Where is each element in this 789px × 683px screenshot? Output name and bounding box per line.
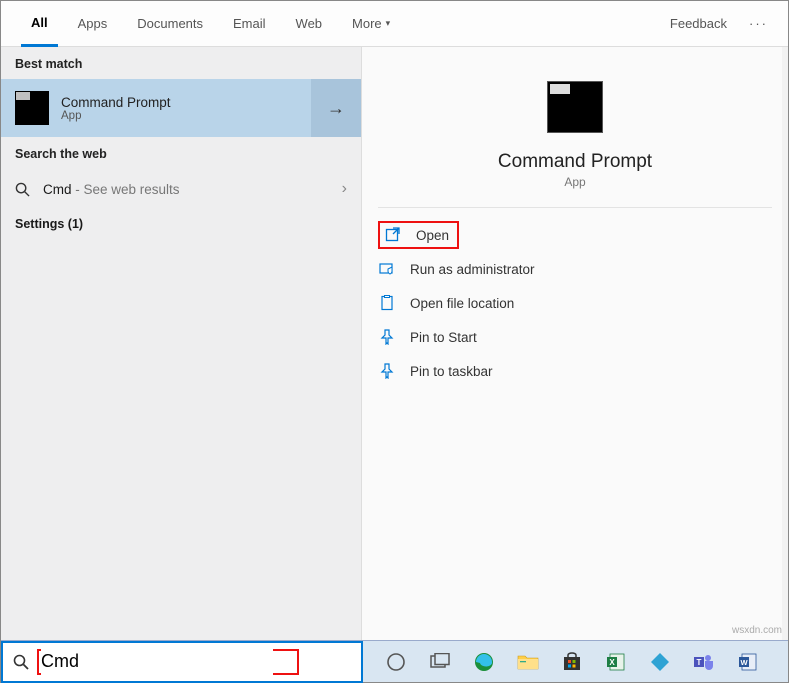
best-match-subtitle: App xyxy=(61,110,171,122)
start-search-window: All Apps Documents Email Web More ▾ Feedb… xyxy=(0,0,789,683)
taskbar-search-box[interactable] xyxy=(1,641,363,683)
pin-start-icon xyxy=(378,329,396,345)
tab-more[interactable]: More ▾ xyxy=(342,1,400,47)
search-highlight xyxy=(37,649,299,675)
tab-web[interactable]: Web xyxy=(286,1,333,47)
svg-text:W: W xyxy=(740,658,748,667)
action-pin-taskbar-label: Pin to taskbar xyxy=(410,364,493,379)
search-input[interactable] xyxy=(41,649,273,675)
file-explorer-icon[interactable] xyxy=(515,649,541,675)
web-term: Cmd xyxy=(43,182,72,197)
excel-icon[interactable]: X xyxy=(603,649,629,675)
search-web-header: Search the web xyxy=(1,137,361,169)
web-result-row[interactable]: Cmd - See web results › xyxy=(1,169,361,209)
taskbar: X T W xyxy=(1,640,788,682)
action-open[interactable]: Open xyxy=(378,218,788,252)
pin-taskbar-icon xyxy=(378,363,396,379)
watermark: wsxdn.com xyxy=(732,625,782,636)
admin-shield-icon xyxy=(378,261,396,277)
preview-subtitle: App xyxy=(564,175,585,189)
file-location-icon xyxy=(378,295,396,311)
feedback-link[interactable]: Feedback xyxy=(660,1,737,47)
tabs-bar: All Apps Documents Email Web More ▾ Feedb… xyxy=(1,1,788,47)
action-pin-start[interactable]: Pin to Start xyxy=(378,320,788,354)
edge-icon[interactable] xyxy=(471,649,497,675)
settings-category[interactable]: Settings (1) xyxy=(1,209,361,239)
preview-title: Command Prompt xyxy=(498,151,652,173)
word-icon[interactable]: W xyxy=(735,649,761,675)
action-pin-taskbar[interactable]: Pin to taskbar xyxy=(378,354,788,388)
command-prompt-large-icon xyxy=(547,81,603,133)
tab-documents[interactable]: Documents xyxy=(127,1,213,47)
task-view-icon[interactable] xyxy=(427,649,453,675)
preview-panel: Command Prompt App Open xyxy=(362,47,788,640)
tab-more-label: More xyxy=(352,16,382,31)
tab-all[interactable]: All xyxy=(21,1,58,47)
web-suffix: - See web results xyxy=(72,182,180,197)
microsoft-store-icon[interactable] xyxy=(559,649,585,675)
best-match-content: Command Prompt App xyxy=(15,79,311,137)
best-match-header: Best match xyxy=(1,47,361,79)
best-match-result[interactable]: Command Prompt App → xyxy=(1,79,361,137)
web-result-text: Cmd - See web results xyxy=(43,182,180,197)
action-pin-start-label: Pin to Start xyxy=(410,330,477,345)
svg-text:X: X xyxy=(609,658,615,667)
search-icon xyxy=(15,182,31,197)
action-file-location[interactable]: Open file location xyxy=(378,286,788,320)
svg-text:T: T xyxy=(697,658,702,667)
tab-email[interactable]: Email xyxy=(223,1,276,47)
open-icon xyxy=(384,227,402,243)
chevron-right-icon: › xyxy=(342,180,347,198)
search-icon xyxy=(13,654,29,670)
action-run-admin-label: Run as administrator xyxy=(410,262,535,277)
scrollbar[interactable] xyxy=(782,47,788,640)
results-panel: Best match Command Prompt App → Search t… xyxy=(1,47,362,640)
main-area: Best match Command Prompt App → Search t… xyxy=(1,47,788,640)
actions-list: Open Run as administrator Open file loca… xyxy=(362,218,788,388)
divider xyxy=(378,207,772,208)
more-options-button[interactable]: ··· xyxy=(741,16,776,31)
taskbar-icons: X T W xyxy=(363,649,761,675)
action-run-admin[interactable]: Run as administrator xyxy=(378,252,788,286)
best-match-title: Command Prompt xyxy=(61,95,171,110)
teams-icon[interactable]: T xyxy=(691,649,717,675)
tab-apps[interactable]: Apps xyxy=(68,1,118,47)
action-file-location-label: Open file location xyxy=(410,296,514,311)
kodi-icon[interactable] xyxy=(647,649,673,675)
cortana-icon[interactable] xyxy=(383,649,409,675)
expand-arrow-button[interactable]: → xyxy=(311,79,361,137)
command-prompt-icon xyxy=(15,91,49,125)
chevron-down-icon: ▾ xyxy=(386,18,391,29)
action-open-label: Open xyxy=(416,228,449,243)
